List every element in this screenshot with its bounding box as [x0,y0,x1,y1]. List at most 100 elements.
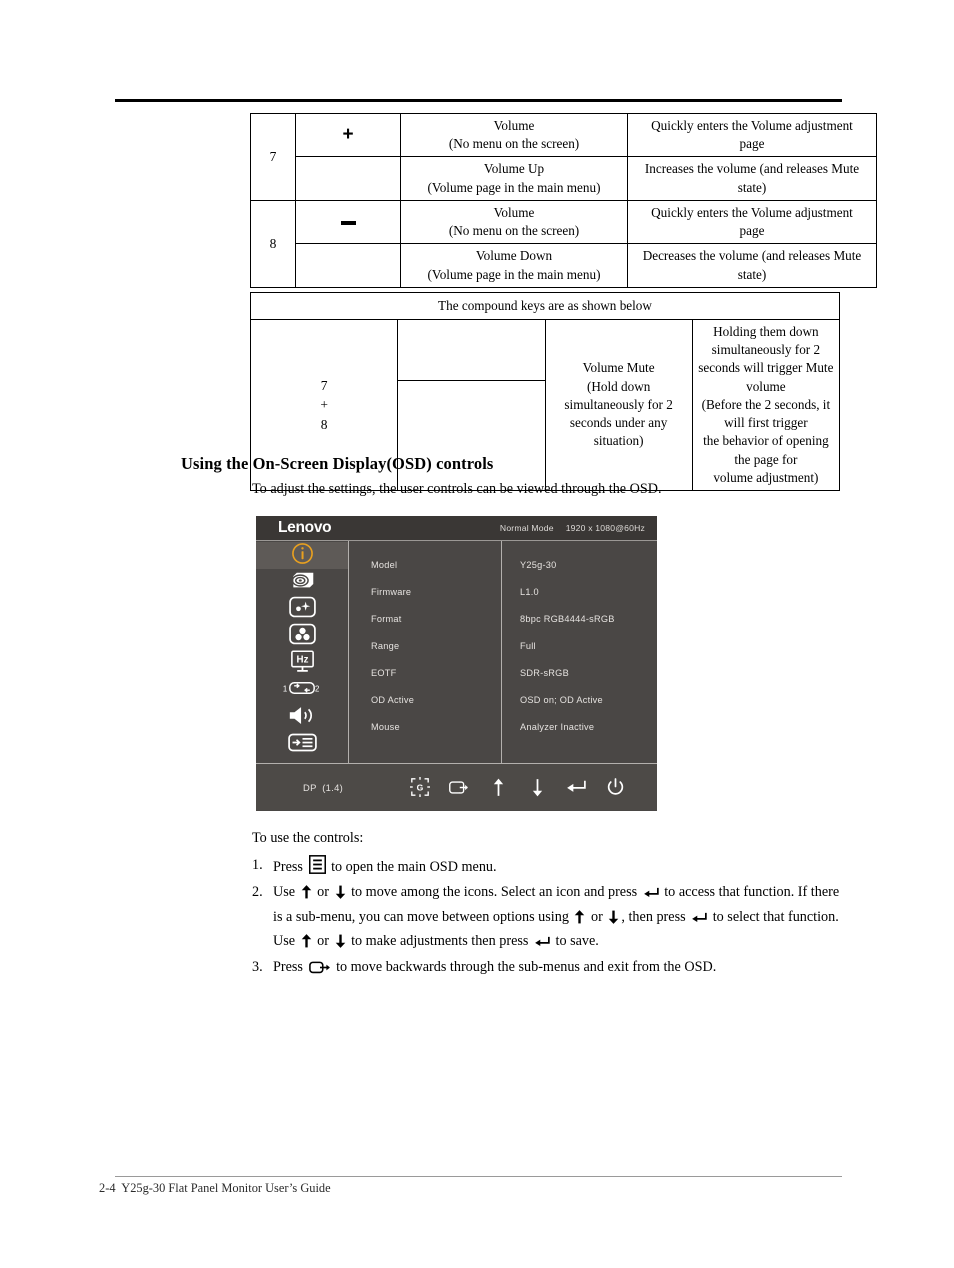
gamut-target-icon[interactable]: G [410,777,430,797]
table-row: Volume Up (Volume page in the main menu)… [251,156,877,201]
information-icon [291,542,314,570]
arrow-up-icon [301,934,312,956]
osd-row-label: Model [371,559,398,570]
key-description: Holding them down simultaneously for 2 s… [691,319,841,491]
osd-row-label: Format [371,613,402,624]
page-top-rule [115,99,842,102]
compound-table-header: The compound keys are as shown below [250,292,840,320]
sidebar-item-volume[interactable] [256,704,348,731]
table-header-row: The compound keys are as shown below [250,292,840,320]
osd-row-value: Y25g-30 [520,559,557,570]
table-row: 8 Volume (No menu on the screen) Quickly… [250,199,877,288]
function-line-1: Volume [493,204,535,220]
osd-panel: Lenovo Normal Mode 1920 x 1080@60Hz Hz 1… [256,516,657,811]
description-line-5: volume adjustment) [713,469,819,485]
sidebar-item-game-setting[interactable] [256,569,348,596]
key-description: Increases the volume (and releases Mute … [627,156,877,201]
function-line-2: (Hold down simultaneously for 2 [564,378,673,412]
osd-body: Hz 1 2 Model Firmware Format Range EOTF … [256,541,657,763]
instructions-lead: To use the controls: [252,830,364,846]
instruction-text: to make adjustments then press [351,933,529,950]
sidebar-item-input-source[interactable]: 1 2 [256,677,348,704]
enter-icon[interactable] [566,777,586,797]
arrow-down-icon[interactable] [527,777,547,797]
function-line-1: Volume Down [475,248,553,264]
osd-header: Lenovo Normal Mode 1920 x 1080@60Hz [256,516,657,541]
key-function: Volume Up (Volume page in the main menu) [400,156,628,201]
enter-icon [534,934,550,956]
refresh-rate-hz-icon: Hz [290,649,315,678]
enter-icon [643,885,659,907]
function-line-1: Volume [493,118,535,133]
list-number: 2. [252,884,263,901]
osd-row-label: Mouse [371,721,400,732]
plus-icon: + [342,124,354,146]
list-text: Press to move backwards through the sub-… [273,957,852,982]
osd-resolution-label: 1920 x 1080@60Hz [565,523,645,533]
function-line-2: (No menu on the screen) [448,223,580,239]
instruction-text: Use [273,884,296,901]
key-description: Quickly enters the Volume adjustment pag… [627,199,877,245]
list-number: 1. [252,856,263,873]
sidebar-item-refresh-rate[interactable]: Hz [256,649,348,678]
instruction-text: Press [273,958,303,975]
arrow-up-icon[interactable] [488,777,508,797]
list-text: Press to open the main OSD menu. [273,854,852,882]
sidebar-item-menu-settings[interactable] [256,731,348,758]
function-line-1: Volume Up [483,161,545,177]
exit-icon[interactable] [449,777,469,797]
osd-sidebar: Hz 1 2 [256,541,349,763]
instruction-text: to move among the icons. Select an icon … [351,884,638,901]
key-function: Volume (No menu on the screen) [400,199,628,245]
table-row: 7 + 8 Volume Mute (Hold down simultaneou… [249,318,841,491]
function-line-1: Volume Mute [582,360,655,376]
image-brightness-icon [288,596,316,623]
key-function: Volume (No menu on the screen) [400,112,628,158]
key-symbol-empty [295,243,401,288]
instructions-block: To use the controls: 1. Press to open th… [252,828,852,982]
description-line-1: Quickly enters the Volume adjustment [651,118,853,133]
osd-row-value: Full [520,640,536,651]
osd-row-value: OSD on; OD Active [520,694,603,705]
speaker-volume-icon [287,704,317,732]
sidebar-item-image-brightness[interactable] [256,596,348,623]
page-title: Using the On-Screen Display(OSD) control… [181,454,494,473]
sidebar-item-image-color[interactable] [256,623,348,650]
svg-text:G: G [417,782,424,792]
description-line-1: Increases the volume (and releases Mute [644,161,860,177]
sidebar-item-information[interactable] [256,542,348,569]
osd-row-value: SDR-sRGB [520,667,569,678]
svg-text:1: 1 [283,684,287,693]
instruction-text: to move backwards through the sub-menus … [336,958,717,975]
osd-footer: DP (1.4) G [256,763,657,810]
description-line-2: page [739,223,765,239]
arrow-down-icon [335,885,346,907]
arrow-up-icon [574,909,585,932]
osd-input-source-label: DP (1.4) [303,781,344,793]
instruction-text: Press [273,858,303,875]
exit-icon[interactable] [308,960,331,982]
key-symbol-plus: + [295,112,401,158]
osd-header-status: Normal Mode 1920 x 1080@60Hz [500,523,645,533]
osd-value-column: Y25g-30 L1.0 8bpc RGB4444-sRGB Full SDR-… [502,541,657,763]
table-row: 7 + Volume (No menu on the screen) Quick… [250,112,877,201]
list-item: 1. Press to open the main OSD menu. [252,854,852,882]
instruction-text: or [317,884,329,901]
osd-row-label: OD Active [371,694,415,705]
list-item: 2. Use or to move among the icons. Selec… [252,882,852,956]
key-function: Volume Mute (Hold down simultaneously fo… [544,319,693,491]
key-description: Quickly enters the Volume adjustment pag… [627,112,877,158]
power-icon[interactable] [605,777,625,797]
key-number: 8 [250,199,296,288]
footer-rule [115,1176,842,1177]
instruction-text: to open the main OSD menu. [331,858,497,875]
combo-line-3: 8 [320,416,328,432]
description-line-1: Quickly enters the Volume adjustment [651,204,853,220]
description-line-3: (Before the 2 seconds, it will first tri… [701,396,831,431]
function-line-2: (No menu on the screen) [448,136,580,152]
menu-settings-icon [287,732,317,758]
menu-button-icon[interactable] [308,854,326,882]
key-symbol-empty [295,156,401,201]
key-number: 7 [250,113,296,201]
description-line-2: seconds will trigger Mute volume [698,360,834,394]
